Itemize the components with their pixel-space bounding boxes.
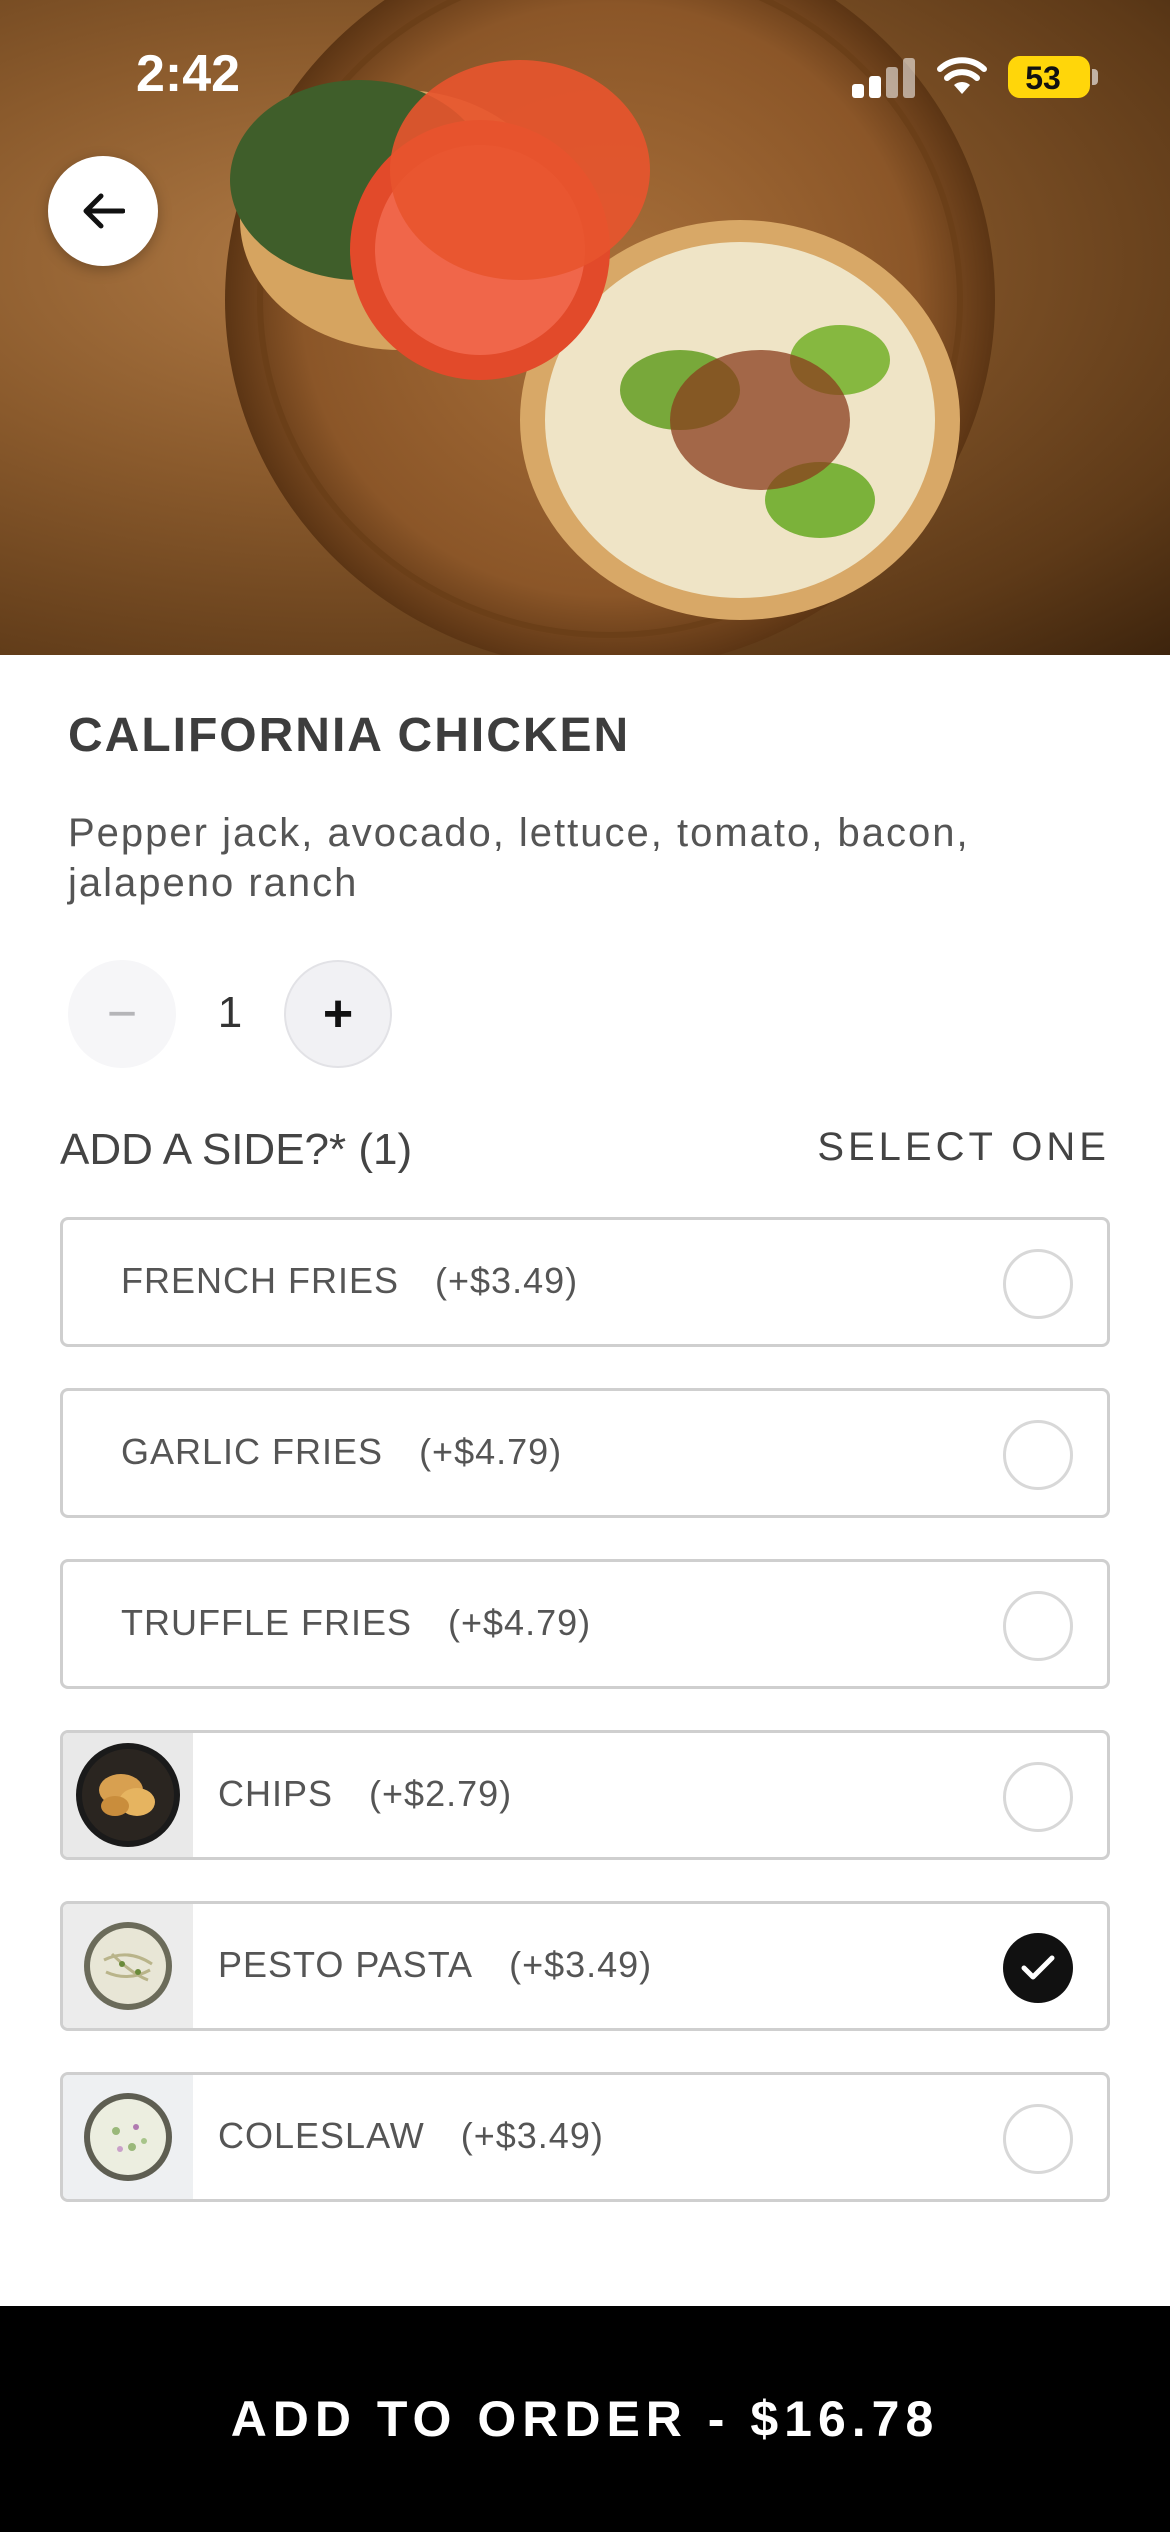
increase-quantity-button[interactable]: + (284, 960, 392, 1068)
option-name: TRUFFLE FRIES (121, 1602, 413, 1643)
option-price: (+$2.79) (369, 1773, 513, 1814)
option-name: CHIPS (218, 1773, 334, 1814)
radio-button[interactable] (1003, 1420, 1073, 1490)
battery-level: 53 (1025, 60, 1061, 96)
option-name: FRENCH FRIES (121, 1260, 400, 1301)
side-option-garlic-fries[interactable]: GARLIC FRIES (+$4.79) (60, 1388, 1110, 1518)
radio-button[interactable] (1003, 2104, 1073, 2174)
side-option-coleslaw[interactable]: COLESLAW (+$3.49) (60, 2072, 1110, 2202)
battery-icon: 53 (1008, 56, 1098, 98)
option-price: (+$4.79) (419, 1431, 563, 1472)
side-option-pesto-pasta[interactable]: PESTO PASTA (+$3.49) (60, 1901, 1110, 2031)
option-name: PESTO PASTA (218, 1944, 474, 1985)
cellular-signal-icon (852, 58, 915, 98)
radio-button[interactable] (1003, 1762, 1073, 1832)
arrow-left-icon (83, 193, 125, 229)
side-section-instruction: SELECT ONE (817, 1125, 1110, 1169)
radio-button-selected[interactable] (1003, 1933, 1073, 2003)
option-price: (+$3.49) (435, 1260, 579, 1301)
radio-button[interactable] (1003, 1249, 1073, 1319)
option-price: (+$3.49) (460, 2115, 604, 2156)
side-section-heading: ADD A SIDE?* (1) (60, 1125, 413, 1174)
add-to-order-button[interactable]: ADD TO ORDER - $16.78 (0, 2306, 1170, 2532)
back-button[interactable] (48, 156, 158, 266)
option-name: GARLIC FRIES (121, 1431, 384, 1472)
side-option-french-fries[interactable]: FRENCH FRIES (+$3.49) (60, 1217, 1110, 1347)
chips-thumbnail (63, 1733, 193, 1857)
pesto-pasta-thumbnail (63, 1904, 193, 2028)
checkmark-icon (1021, 1955, 1055, 1980)
option-name: COLESLAW (218, 2115, 425, 2156)
quantity-stepper: − 1 + (68, 960, 398, 1070)
side-option-chips[interactable]: CHIPS (+$2.79) (60, 1730, 1110, 1860)
item-description: Pepper jack, avocado, lettuce, tomato, b… (68, 811, 970, 905)
radio-button[interactable] (1003, 1591, 1073, 1661)
option-price: (+$3.49) (509, 1944, 653, 1985)
option-price: (+$4.79) (448, 1602, 592, 1643)
status-bar: 2:42 53 (0, 0, 1170, 150)
status-time: 2:42 (136, 45, 241, 103)
quantity-value: 1 (217, 988, 243, 1037)
side-option-truffle-fries[interactable]: TRUFFLE FRIES (+$4.79) (60, 1559, 1110, 1689)
wifi-icon (937, 57, 987, 94)
item-title: CALIFORNIA CHICKEN (68, 709, 631, 762)
coleslaw-thumbnail (63, 2075, 193, 2199)
decrease-quantity-button[interactable]: − (68, 960, 176, 1068)
add-to-order-label: ADD TO ORDER - $16.78 (230, 2391, 940, 2447)
